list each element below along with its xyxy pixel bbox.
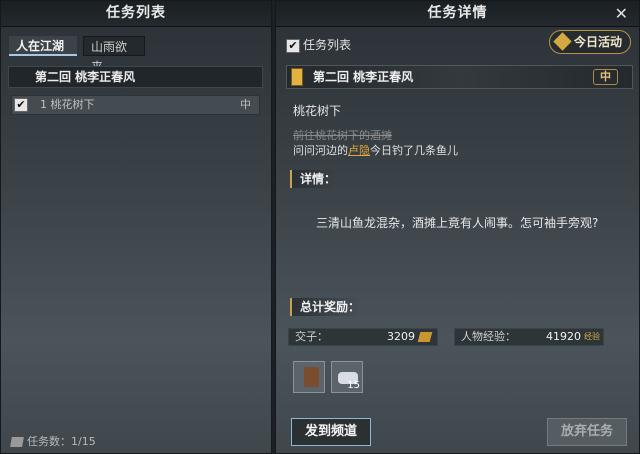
item-count: 15 xyxy=(347,380,360,391)
quest-step-current: 问问河边的卢隐今日钓了几条鱼儿 xyxy=(293,142,458,158)
detail-chapter-title: 第二回 桃李正春风 xyxy=(313,70,414,84)
task-list-toggle-label: 任务列表 xyxy=(303,38,352,52)
close-icon[interactable]: ✕ xyxy=(615,1,629,26)
send-to-channel-button[interactable]: 发到频道 xyxy=(291,418,371,446)
task-count-text: 任务数：1/15 xyxy=(27,435,96,448)
boots-icon-right xyxy=(311,367,319,387)
task-detail-titlebar: 任务详情 ✕ xyxy=(276,1,639,27)
reward-item-boots[interactable] xyxy=(293,361,325,393)
step-prefix: 问问河边的 xyxy=(293,144,348,157)
reward-item-cloth-bag[interactable]: 15 xyxy=(331,361,363,393)
task-list-title: 任务列表 xyxy=(1,1,271,27)
rewards-section-title: 总计奖励： xyxy=(290,298,361,316)
checkbox-icon[interactable]: ✔ xyxy=(286,38,300,53)
difficulty-badge: 中 xyxy=(593,69,618,85)
tab-ren-zai-jiang-hu[interactable]: 人在江湖 xyxy=(9,36,77,56)
detail-chapter-header: 第二回 桃李正春风 中 xyxy=(286,65,633,89)
coin-value: 3209 xyxy=(387,330,415,343)
task-checkbox[interactable]: ✔ xyxy=(14,98,28,112)
task-count: 任务数：1/15 xyxy=(10,433,96,449)
today-activity-label: 今日活动 xyxy=(573,35,622,49)
task-label: 1 桃花树下 xyxy=(40,98,95,111)
quest-step-done: 前往桃花树下的酒摊 xyxy=(293,129,392,142)
exp-reward: 人物经验： 41920 经验 xyxy=(454,328,604,346)
npc-link[interactable]: 卢隐 xyxy=(348,144,370,157)
task-row[interactable]: ✔ 1 桃花树下 中 xyxy=(11,95,260,115)
coin-reward: 交子： 3209 xyxy=(288,328,438,346)
detail-section-title: 详情： xyxy=(290,170,337,188)
scroll-icon xyxy=(10,437,24,447)
abandon-task-button[interactable]: 放弃任务 xyxy=(547,418,627,446)
task-list-toggle[interactable]: ✔ 任务列表 xyxy=(286,36,351,53)
quest-marker-icon xyxy=(291,68,303,86)
today-activity-button[interactable]: 今日活动 xyxy=(549,30,631,54)
step-suffix: 今日钓了几条鱼儿 xyxy=(370,144,458,157)
exp-label: 人物经验： xyxy=(461,330,516,343)
chapter-header[interactable]: 第二回 桃李正春风 xyxy=(8,66,263,88)
coin-icon xyxy=(417,332,433,342)
detail-description: 三清山鱼龙混杂，酒摊上竟有人闹事。怎可袖手旁观? xyxy=(316,216,599,230)
coin-label: 交子： xyxy=(295,330,328,343)
quest-location: 桃花树下 xyxy=(293,104,342,118)
task-list-panel: 任务列表 人在江湖 山雨欲来 第二回 桃李正春风 ✔ 1 桃花树下 中 任务数：… xyxy=(0,0,272,454)
exp-icon: 经验 xyxy=(584,332,600,341)
tab-shan-yu-yu-lai[interactable]: 山雨欲来 xyxy=(83,36,145,74)
exp-value: 41920 xyxy=(546,330,581,343)
diamond-icon xyxy=(553,32,572,51)
task-detail-panel: 任务详情 ✕ ✔ 任务列表 今日活动 第二回 桃李正春风 中 桃花树下 前往桃花树… xyxy=(275,0,640,454)
task-detail-title: 任务详情 xyxy=(427,5,488,21)
task-difficulty: 中 xyxy=(240,98,251,111)
